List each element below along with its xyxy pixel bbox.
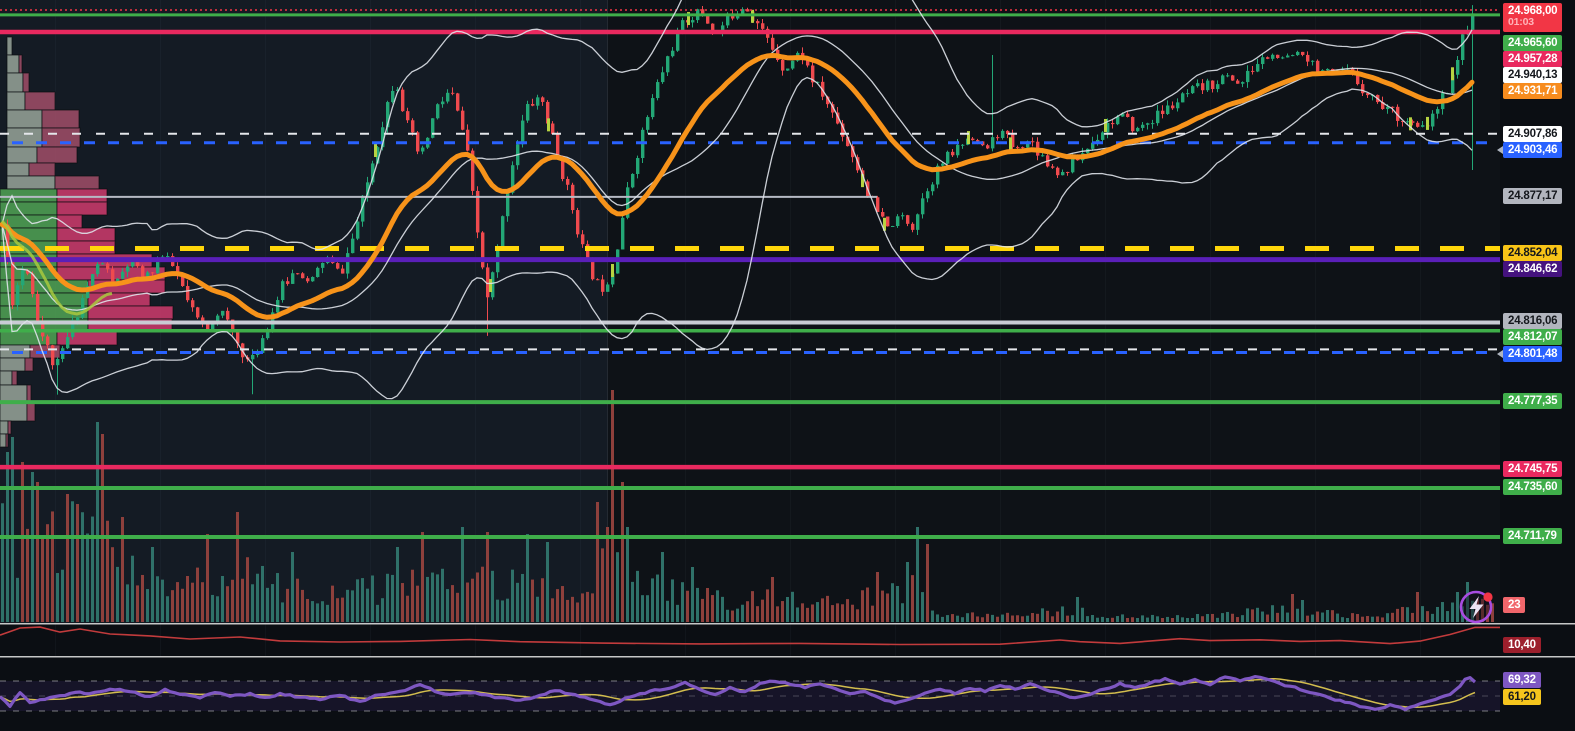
lightning-alert-button[interactable] — [1458, 588, 1496, 626]
lightning-icon — [1459, 590, 1493, 624]
pane-separator — [0, 623, 1575, 625]
pane-separator — [0, 656, 1575, 658]
price-chart-canvas[interactable] — [0, 0, 1575, 731]
chart-root: 24.968,00 01:03 24.965,60 24.957,28 24.940,1… — [0, 0, 1575, 731]
